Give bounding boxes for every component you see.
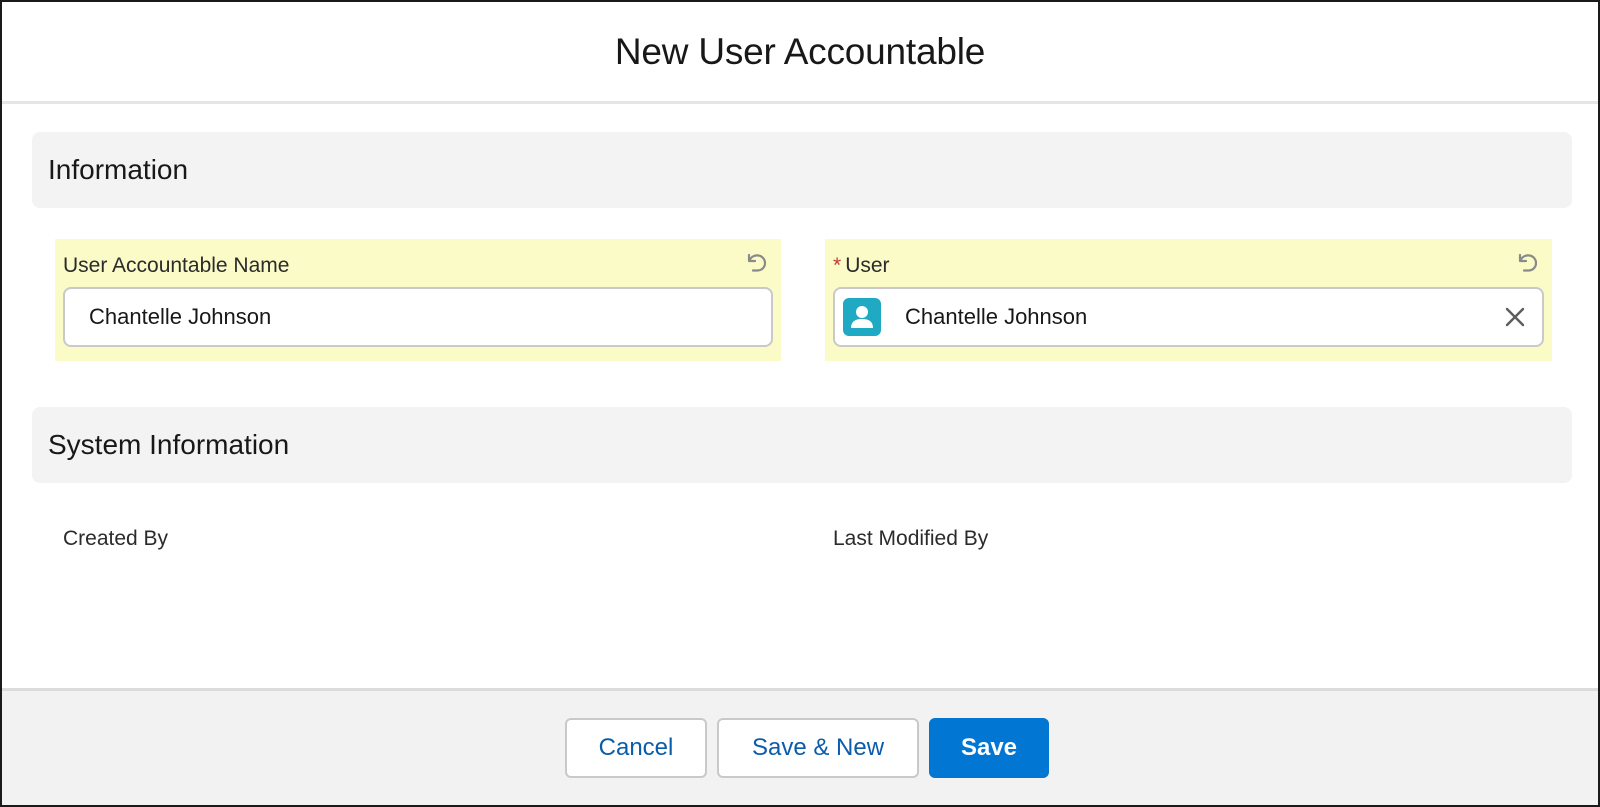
modal-title: New User Accountable: [614, 30, 986, 72]
undo-icon[interactable]: [1514, 249, 1540, 275]
undo-icon[interactable]: [743, 249, 769, 275]
section-header-information[interactable]: Information: [32, 132, 1572, 208]
last-modified-by-label: Last Modified By: [833, 527, 989, 550]
cancel-button[interactable]: Cancel: [565, 718, 707, 778]
field-label-user-text: User: [845, 254, 890, 277]
modal: New User Accountable Information User Ac…: [0, 0, 1600, 807]
section-title-system-information: System Information: [48, 429, 290, 460]
close-icon[interactable]: [1502, 304, 1528, 330]
field-user-accountable-name: User Accountable Name Chantelle Johnson: [55, 239, 781, 361]
field-label-user: * User: [833, 251, 1544, 281]
save-and-new-button[interactable]: Save & New: [717, 718, 919, 778]
modal-header: New User Accountable: [2, 2, 1598, 104]
user-icon: [843, 298, 881, 336]
field-label-user-accountable-name: User Accountable Name: [63, 254, 290, 277]
user-accountable-name-input[interactable]: Chantelle Johnson: [63, 287, 773, 347]
user-lookup-input[interactable]: Chantelle Johnson: [833, 287, 1544, 347]
created-by-label: Created By: [63, 527, 169, 550]
modal-footer: Cancel Save & New Save: [2, 688, 1598, 805]
required-marker: *: [833, 254, 842, 277]
save-button[interactable]: Save: [929, 718, 1049, 778]
section-header-system-information[interactable]: System Information: [32, 407, 1572, 483]
field-user: * User Chantelle Johnson: [825, 239, 1552, 361]
section-title-information: Information: [48, 154, 189, 185]
user-lookup-value: Chantelle Johnson: [905, 304, 1088, 329]
